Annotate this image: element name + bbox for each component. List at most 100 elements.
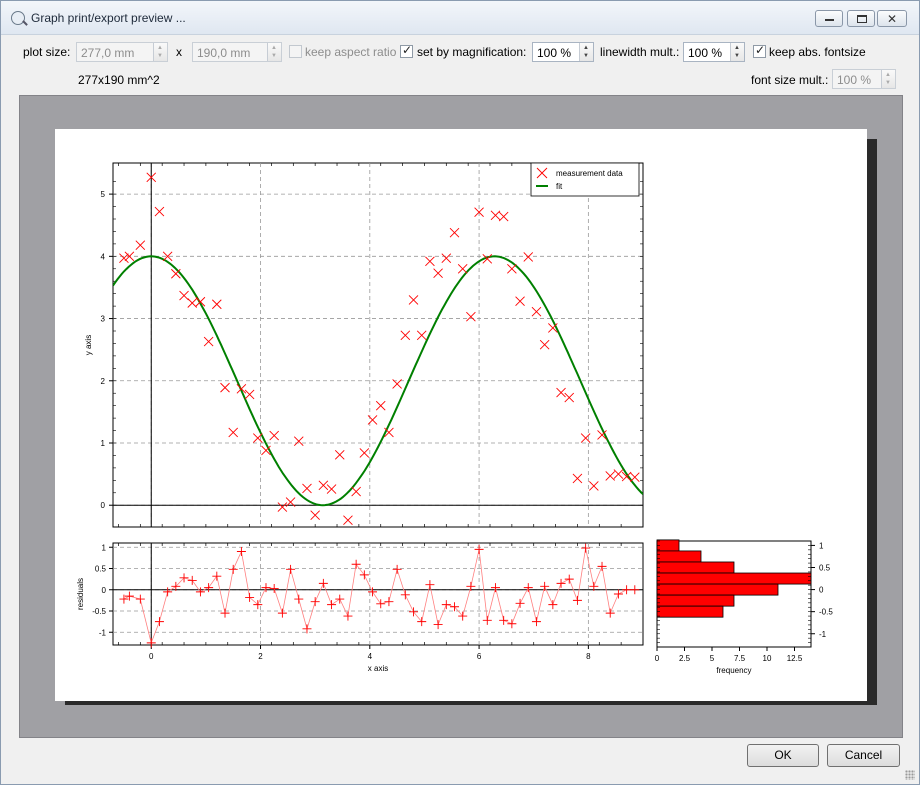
data-point-marker	[466, 311, 476, 322]
main-y-tick-label: 1	[101, 439, 106, 448]
histogram-x-tick-label: 12.5	[787, 654, 803, 663]
data-point-marker	[515, 296, 525, 306]
data-point-marker	[629, 472, 640, 483]
main-y-axis-label: y axis	[84, 335, 93, 355]
histogram-y-tick-label: 1	[819, 541, 824, 550]
histogram-y-tick-label: 0.5	[819, 564, 831, 573]
residuals-x-tick-label: 0	[149, 652, 154, 661]
set-by-magnification-checkbox[interactable]: ✓	[400, 43, 413, 58]
legend-data-label: measurement data	[556, 169, 623, 178]
histogram-y-tick-label: -1	[819, 630, 827, 639]
plot-height-value: 190,0 mm	[197, 46, 251, 60]
keep-fontsize-checkbox[interactable]: ✓	[753, 43, 766, 58]
arrow-down-icon[interactable]: ▼	[885, 80, 891, 86]
residual-point-marker	[359, 570, 369, 580]
keep-aspect-checkbox[interactable]	[289, 45, 302, 58]
ok-button[interactable]: OK	[747, 744, 819, 767]
residual-point-marker	[523, 583, 533, 593]
data-point-marker	[539, 339, 550, 350]
maximize-icon	[857, 15, 867, 23]
data-point-marker	[293, 436, 304, 446]
linewidth-value: 100 %	[688, 46, 723, 60]
data-point-marker	[326, 484, 337, 494]
data-point-marker	[580, 433, 591, 443]
residual-point-marker	[613, 589, 623, 599]
residual-point-marker	[425, 580, 435, 590]
histogram-x-tick-label: 2.5	[679, 654, 691, 663]
linewidth-label: linewidth mult.:	[600, 45, 680, 59]
linewidth-spinbox[interactable]: 100 % ▲ ▼	[683, 42, 745, 62]
set-by-magnification-label: set by magnification:	[417, 45, 527, 59]
data-point-marker	[392, 379, 402, 389]
residuals-y-tick-label: 0	[102, 586, 107, 595]
data-point-marker	[400, 330, 411, 341]
plot-height-spinbox[interactable]: 190,0 mm ▲ ▼	[192, 42, 282, 62]
data-point-marker	[220, 382, 230, 393]
arrow-up-icon[interactable]: ▲	[271, 45, 277, 51]
data-point-marker	[498, 211, 509, 222]
keep-fontsize-label: keep abs. fontsize	[769, 45, 866, 59]
residual-point-marker	[261, 583, 271, 593]
residual-point-marker	[507, 619, 517, 629]
residual-point-marker	[228, 564, 238, 574]
maximize-button[interactable]	[847, 10, 875, 27]
arrow-up-icon[interactable]: ▲	[734, 45, 740, 51]
main-y-tick-label: 0	[101, 501, 106, 510]
arrow-up-icon[interactable]: ▲	[157, 45, 163, 51]
data-point-marker	[211, 299, 222, 310]
residuals-y-tick-label: -1	[99, 628, 107, 637]
data-point-marker	[277, 502, 288, 512]
font-size-mult-spinbox[interactable]: 100 % ▲ ▼	[832, 69, 896, 89]
residual-point-marker	[441, 600, 451, 610]
cancel-button[interactable]: Cancel	[827, 744, 900, 767]
data-point-marker	[490, 210, 501, 221]
histogram-y-tick-label: -0.5	[819, 608, 833, 617]
data-point-marker	[564, 392, 575, 403]
arrow-up-icon[interactable]: ▲	[885, 72, 891, 78]
histogram-x-axis-label: frequency	[716, 666, 751, 675]
residual-point-marker	[630, 585, 640, 595]
data-point-marker	[171, 268, 181, 279]
arrow-down-icon[interactable]: ▼	[157, 53, 163, 59]
residual-point-marker	[490, 583, 500, 593]
arrow-down-icon[interactable]: ▼	[271, 53, 277, 59]
residuals-x-tick-label: 2	[258, 652, 263, 661]
data-point-marker	[441, 253, 452, 264]
histogram-bar	[656, 539, 680, 552]
arrow-down-icon[interactable]: ▼	[734, 53, 740, 59]
data-point-marker	[244, 389, 255, 400]
residual-point-marker	[204, 583, 214, 593]
title-bar[interactable]: Graph print/export preview ... ✕	[1, 1, 919, 35]
main-y-tick-label: 5	[101, 190, 106, 199]
data-point-marker	[302, 483, 312, 494]
minimize-icon	[825, 19, 834, 21]
arrow-down-icon[interactable]: ▼	[583, 53, 589, 59]
data-point-marker	[203, 336, 214, 347]
keep-aspect-label: keep aspect ratio	[305, 45, 397, 59]
residual-point-marker	[622, 585, 632, 595]
data-point-marker	[310, 510, 320, 520]
minimize-button[interactable]	[815, 10, 843, 27]
main-y-tick-label: 4	[101, 252, 106, 261]
residuals-x-tick-label: 8	[586, 652, 591, 661]
residual-point-marker	[548, 600, 558, 610]
residuals-plot-frame	[112, 542, 644, 646]
data-point-marker	[343, 515, 353, 525]
residuals-y-tick-label: 1	[102, 543, 107, 552]
magnification-spinbox[interactable]: 100 % ▲ ▼	[532, 42, 594, 62]
print-preview-window: Graph print/export preview ... ✕ plot si…	[0, 0, 920, 785]
arrow-up-icon[interactable]: ▲	[583, 45, 589, 51]
residual-point-marker	[376, 599, 386, 609]
data-point-marker	[351, 486, 361, 497]
histogram-bar	[656, 550, 702, 563]
data-point-marker	[531, 306, 542, 317]
histogram-x-tick-label: 10	[763, 654, 772, 663]
resize-grip[interactable]	[905, 770, 915, 780]
close-icon: ✕	[886, 12, 898, 26]
close-button[interactable]: ✕	[877, 10, 907, 27]
histogram-x-tick-label: 0	[655, 654, 660, 663]
residual-point-marker	[351, 559, 361, 569]
plot-width-spinbox[interactable]: 277,0 mm ▲ ▼	[76, 42, 168, 62]
residual-point-marker	[499, 615, 509, 625]
histogram-bar	[656, 605, 724, 618]
